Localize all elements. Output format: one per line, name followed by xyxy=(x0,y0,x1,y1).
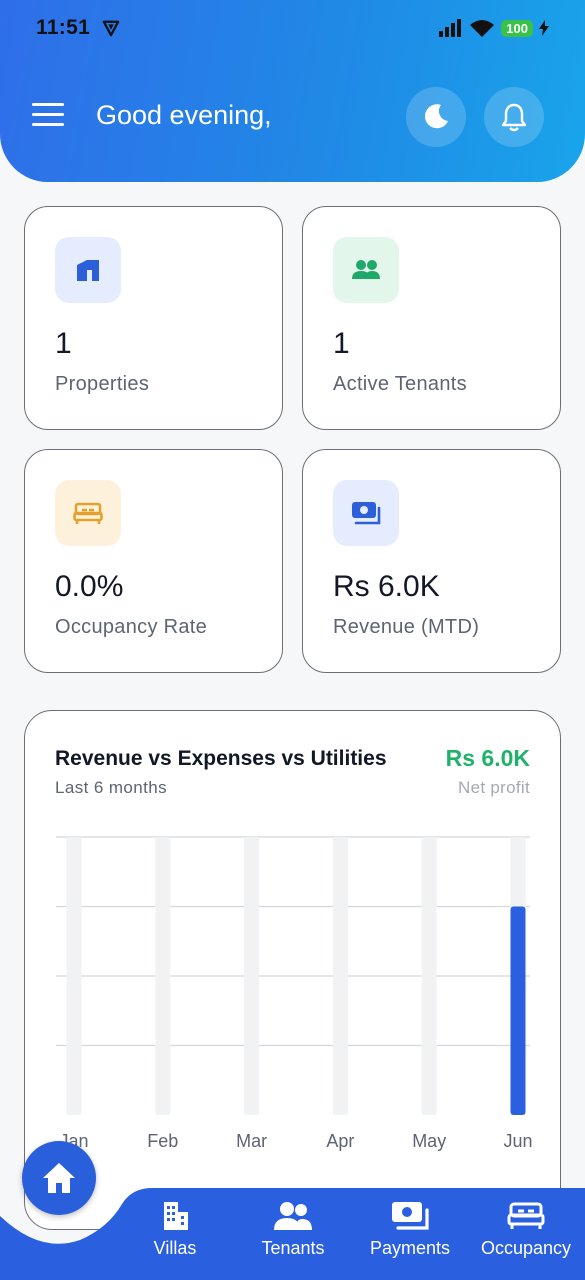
stat-value: 0.0% xyxy=(55,570,124,603)
stat-value: 1 xyxy=(333,327,350,360)
x-tick-label: Feb xyxy=(147,1131,178,1151)
notifications-button[interactable] xyxy=(484,87,544,147)
cash-icon xyxy=(352,502,381,525)
stat-icon-box xyxy=(333,480,399,546)
stat-label: Occupancy Rate xyxy=(55,616,208,638)
stat-card-revenue[interactable]: Rs 6.0K Revenue (MTD) xyxy=(302,449,561,673)
moon-icon xyxy=(424,104,448,129)
vpn-icon xyxy=(102,20,120,37)
people-icon xyxy=(274,1202,312,1230)
people-icon xyxy=(352,260,380,279)
bar-jun[interactable] xyxy=(510,906,526,1116)
stat-label: Active Tenants xyxy=(333,373,467,395)
stat-card-occupancy-rate[interactable]: 0.0% Occupancy Rate xyxy=(24,449,283,673)
x-tick-label: Mar xyxy=(236,1131,267,1151)
buildings-icon xyxy=(164,1202,188,1230)
nav-villas[interactable]: Villas xyxy=(115,1196,235,1259)
home-icon xyxy=(43,1163,75,1193)
stat-icon-box xyxy=(333,237,399,303)
status-bar: 11:51 100 xyxy=(36,14,549,42)
building-icon xyxy=(77,260,99,281)
nav-label: Occupancy xyxy=(480,1238,572,1258)
nav-label: Villas xyxy=(153,1238,197,1258)
signal-icon xyxy=(439,19,462,37)
stat-value: 1 xyxy=(55,327,72,360)
x-tick-label: Apr xyxy=(326,1131,354,1151)
dark-mode-toggle[interactable] xyxy=(406,87,466,147)
bar-track xyxy=(244,837,260,1115)
nav-label: Tenants xyxy=(261,1238,325,1258)
revenue-chart-card: Revenue vs Expenses vs Utilities Last 6 … xyxy=(24,710,561,1230)
menu-button[interactable] xyxy=(32,103,64,129)
stat-value: Rs 6.0K xyxy=(333,570,440,603)
app-header: 11:51 100 Good evening, xyxy=(0,0,585,182)
bar-track xyxy=(155,837,171,1115)
bed-icon xyxy=(507,1202,545,1229)
stat-card-active-tenants[interactable]: 1 Active Tenants xyxy=(302,206,561,430)
stat-label: Properties xyxy=(55,373,150,395)
bell-icon xyxy=(501,103,527,132)
x-tick-label: May xyxy=(412,1131,446,1151)
home-button[interactable] xyxy=(22,1141,96,1215)
stat-card-properties[interactable]: 1 Properties xyxy=(24,206,283,430)
stat-icon-box xyxy=(55,480,121,546)
cash-icon xyxy=(392,1202,429,1230)
status-time: 11:51 xyxy=(36,16,91,39)
nav-label: Payments xyxy=(369,1238,451,1258)
bar-track xyxy=(421,837,437,1115)
stat-icon-box xyxy=(55,237,121,303)
bar-track xyxy=(332,837,348,1115)
x-tick-label: Jun xyxy=(503,1131,532,1151)
wifi-icon xyxy=(470,20,495,37)
nav-tenants[interactable]: Tenants xyxy=(233,1196,353,1259)
bar-track xyxy=(66,837,82,1115)
charging-icon xyxy=(539,20,549,36)
nav-occupancy[interactable]: Occupancy xyxy=(466,1196,585,1259)
bed-icon xyxy=(73,502,103,524)
stat-label: Revenue (MTD) xyxy=(333,616,480,638)
greeting-text: Good evening, xyxy=(96,100,272,130)
bar-chart: Jan Feb Mar Apr May Jun xyxy=(56,836,533,1151)
battery-indicator: 100 xyxy=(501,19,533,37)
nav-payments[interactable]: Payments xyxy=(350,1196,470,1259)
